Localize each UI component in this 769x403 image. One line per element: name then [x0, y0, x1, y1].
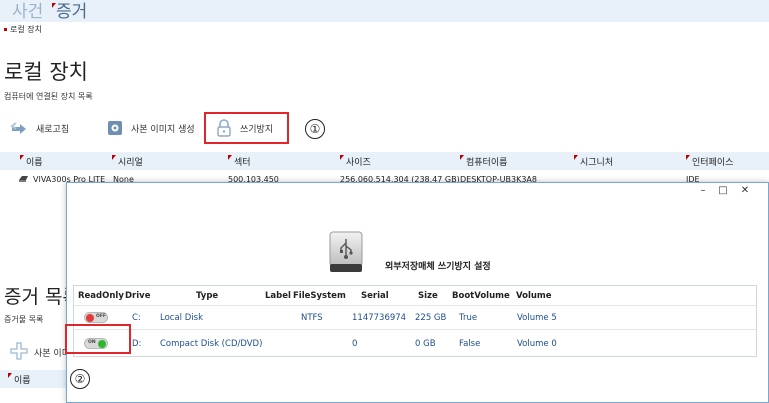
tab-cases[interactable]: 사건 — [12, 0, 43, 22]
evidence-list-subtitle: 증거물 목록 — [4, 315, 44, 324]
close-button[interactable]: ✕ — [737, 185, 753, 196]
cell-filesystem: NTFS — [301, 313, 323, 323]
col-name-label: 이름 — [26, 158, 43, 168]
col-signature[interactable]: 시그니처 — [574, 155, 613, 168]
minimize-button[interactable]: – — [695, 185, 711, 196]
dialog-titlebar: – □ ✕ — [67, 183, 768, 201]
create-image-button[interactable]: 사본 이미지 생성 — [105, 112, 195, 144]
breadcrumb: 로컬 장치 — [4, 24, 42, 35]
col-evidence-name[interactable]: 이름 — [8, 373, 31, 386]
col-serial-number: Serial — [361, 291, 389, 301]
col-sector-label: 섹터 — [234, 158, 251, 168]
drive-table-header: ReadOnly Drive Type Label FileSystem Ser… — [74, 286, 756, 306]
callout-2: ② — [70, 369, 90, 389]
toggle-state-label: OFF — [96, 314, 106, 319]
drive-icon — [18, 175, 29, 185]
col-type: Type — [196, 291, 219, 301]
image-copy-icon — [105, 118, 125, 138]
cell-serial-number: 1147736974 — [352, 313, 407, 323]
drive-table: ReadOnly Drive Type Label FileSystem Ser… — [73, 285, 757, 357]
col-filesystem: FileSystem — [293, 291, 346, 301]
page-subtitle: 컴퓨터에 연결된 장치 목록 — [4, 92, 93, 101]
breadcrumb-label: 로컬 장치 — [10, 25, 42, 34]
sort-marker-icon — [460, 155, 464, 160]
cell-type: Compact Disk (CD/DVD) — [160, 339, 263, 349]
top-tab-bar: 사건 증거 — [0, 0, 769, 22]
callout-1: ① — [305, 119, 325, 139]
col-computer[interactable]: 컴퓨터이름 — [460, 155, 507, 168]
col-drive: Drive — [125, 291, 151, 301]
usb-drive-icon — [329, 231, 363, 277]
create-image-label: 사본 이미지 생성 — [131, 124, 195, 135]
cell-size-gb: 225 GB — [415, 313, 447, 323]
toggle-knob — [86, 314, 94, 322]
col-computer-label: 컴퓨터이름 — [466, 158, 508, 168]
cell-volume: Volume 5 — [517, 313, 557, 323]
col-size-label: 사이즈 — [346, 158, 371, 168]
readonly-toggle[interactable]: OFF — [84, 312, 108, 323]
readonly-toggle-highlight — [65, 324, 131, 354]
tab-evidence-label: 증거 — [56, 2, 88, 22]
sort-marker-icon — [20, 155, 24, 160]
col-size-gb: Size — [418, 291, 438, 301]
sort-marker-icon — [686, 155, 690, 160]
col-name[interactable]: 이름 — [20, 155, 43, 168]
cell-volume: Volume 0 — [517, 339, 557, 349]
refresh-button[interactable]: 새로고침 — [10, 112, 69, 144]
col-sector[interactable]: 섹터 — [228, 155, 251, 168]
tab-evidence[interactable]: 증거 — [52, 0, 88, 22]
app-root: { "tabs": [ {"label": "사건"}, {"label": "… — [0, 0, 769, 403]
bullet-icon — [4, 28, 7, 31]
table-row[interactable]: OFF C: Local Disk NTFS 1147736974 225 GB… — [74, 306, 756, 330]
col-label: Label — [265, 291, 291, 301]
toolbar: 새로고침 사본 이미지 생성 쓰기방지 — [0, 112, 769, 146]
cell-drive: C: — [132, 313, 141, 323]
cell-size-gb: 0 GB — [415, 339, 436, 349]
write-protect-label: 쓰기방지 — [240, 124, 274, 135]
col-size[interactable]: 사이즈 — [340, 155, 371, 168]
col-evidence-name-label: 이름 — [14, 376, 31, 386]
maximize-button[interactable]: □ — [715, 185, 731, 196]
table-row[interactable]: ON D: Compact Disk (CD/DVD) 0 0 GB False… — [74, 332, 756, 356]
write-protect-dialog: – □ ✕ 외부저장매체 쓰기방지 설정 ReadOnly Drive Type… — [66, 182, 769, 403]
dialog-header: 외부저장매체 쓰기방지 설정 — [67, 201, 768, 273]
col-interface[interactable]: 인터페이스 — [686, 155, 733, 168]
cell-type: Local Disk — [160, 313, 203, 323]
devices-table-header: 이름 시리얼 섹터 사이즈 컴퓨터이름 시그니처 인터페이스 — [0, 152, 769, 170]
cell-serial-number: 0 — [352, 339, 358, 349]
cell-bootvolume: False — [459, 339, 481, 349]
refresh-icon — [10, 118, 30, 138]
lock-icon — [214, 118, 234, 138]
dialog-title: 외부저장매체 쓰기방지 설정 — [385, 262, 491, 272]
col-signature-label: 시그니처 — [580, 158, 614, 168]
col-volume: Volume — [516, 291, 552, 301]
sort-marker-icon — [8, 373, 12, 378]
tab-marker-icon — [52, 3, 56, 8]
sort-marker-icon — [112, 155, 116, 160]
col-serial[interactable]: 시리얼 — [112, 155, 143, 168]
col-bootvolume: BootVolume — [452, 291, 510, 301]
sort-marker-icon — [228, 155, 232, 160]
col-readonly: ReadOnly — [78, 291, 124, 301]
sort-marker-icon — [574, 155, 578, 160]
refresh-label: 새로고침 — [36, 124, 70, 135]
sort-marker-icon — [340, 155, 344, 160]
cell-drive: D: — [132, 339, 142, 349]
cell-bootvolume: True — [459, 313, 478, 323]
plus-icon — [10, 342, 28, 363]
col-interface-label: 인터페이스 — [692, 158, 734, 168]
page-title: 로컬 장치 — [4, 60, 88, 84]
col-serial-label: 시리얼 — [118, 158, 143, 168]
write-protect-button[interactable]: 쓰기방지 — [204, 112, 289, 144]
